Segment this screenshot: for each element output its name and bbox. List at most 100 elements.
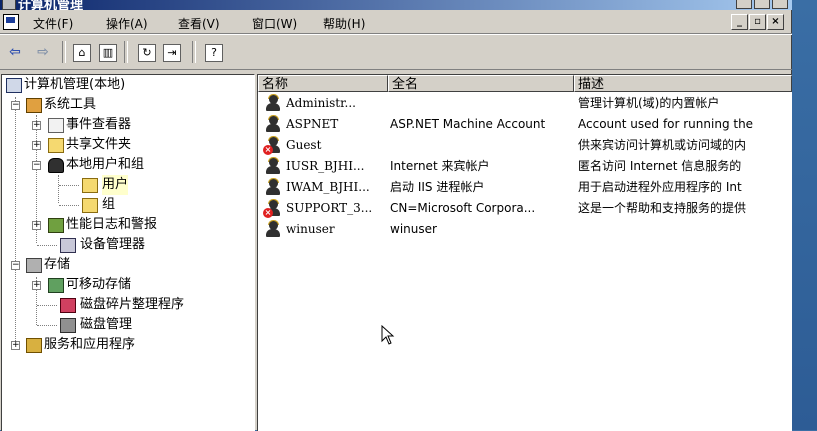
list-item[interactable]: × SUPPORT_3... CN=Microsoft Corpora... 这是一个…	[258, 198, 792, 218]
user-name: Administr...	[286, 96, 356, 110]
column-header-name[interactable]: 名称	[258, 75, 388, 92]
tree-connector	[59, 185, 79, 186]
user-account-icon	[263, 220, 281, 238]
list-item[interactable]: ASPNET ASP.NET Machine Account Account use…	[258, 114, 792, 134]
disabled-badge-icon: ×	[263, 145, 273, 155]
back-arrow-icon[interactable]: ⇦	[6, 43, 24, 61]
device-manager-icon	[60, 238, 76, 253]
performance-logs-icon	[48, 218, 64, 233]
computer-icon	[6, 78, 22, 93]
user-account-icon: ×	[263, 136, 281, 155]
toolbox-icon	[26, 98, 42, 113]
close-button[interactable]	[772, 0, 788, 9]
app-title-icon	[2, 0, 16, 10]
tree-connector	[37, 305, 57, 306]
list-item[interactable]: IUSR_BJHI... Internet 来宾帐户 匿名访问 Internet 信…	[258, 156, 792, 176]
open-folder-icon	[82, 178, 98, 193]
folder-icon	[82, 198, 98, 213]
user-name: Guest	[286, 138, 322, 152]
user-description: 供来宾访问计算机或访问域的内	[578, 138, 747, 152]
user-name: ASPNET	[286, 117, 339, 131]
user-description: Account used for running the	[578, 117, 754, 131]
tree-item-services-apps[interactable]: + 服务和应用程序	[2, 335, 254, 355]
removable-storage-icon	[48, 278, 64, 293]
collapse-icon[interactable]: −	[11, 261, 20, 270]
user-account-icon	[263, 157, 281, 175]
up-folder-icon[interactable]: ⌂	[73, 44, 91, 62]
user-name: IWAM_BJHI...	[286, 180, 370, 194]
expand-icon[interactable]: +	[11, 341, 20, 350]
minimize-button[interactable]	[736, 0, 752, 9]
expand-icon[interactable]: +	[32, 281, 41, 290]
menu-window[interactable]: 窗口(W)	[252, 15, 297, 32]
expand-icon[interactable]: +	[32, 221, 41, 230]
console-icon[interactable]	[3, 14, 19, 30]
user-fullname: winuser	[390, 222, 437, 236]
mdi-restore-button[interactable]: ▫	[749, 14, 766, 30]
user-description: 这是一个帮助和支持服务的提供	[578, 201, 747, 215]
tree-item-device-manager[interactable]: 设备管理器	[2, 235, 254, 255]
tree-item-system-tools[interactable]: − 系统工具	[2, 95, 254, 115]
forward-arrow-icon[interactable]: ⇨	[34, 43, 52, 61]
user-description: 匿名访问 Internet 信息服务的	[578, 159, 742, 173]
list-item[interactable]: × Guest 供来宾访问计算机或访问域的内	[258, 135, 792, 155]
tree-item-local-users-groups[interactable]: − 本地用户和组	[2, 155, 254, 175]
user-name: IUSR_BJHI...	[286, 159, 365, 173]
user-account-icon	[263, 115, 281, 133]
tree-connector	[37, 245, 57, 246]
collapse-icon[interactable]: −	[11, 101, 20, 110]
user-name: winuser	[286, 222, 335, 236]
menu-view[interactable]: 查看(V)	[178, 15, 220, 32]
export-list-icon[interactable]: ⇥	[163, 44, 181, 62]
list-item[interactable]: Administr... 管理计算机(域)的内置帐户	[258, 93, 792, 113]
list-item[interactable]: IWAM_BJHI... 启动 IIS 进程帐户 用于启动进程外应用程序的 Int	[258, 177, 792, 197]
menu-file[interactable]: 文件(F)	[33, 15, 73, 32]
show-hide-tree-icon[interactable]: ▥	[99, 44, 117, 62]
refresh-icon[interactable]: ↻	[138, 44, 156, 62]
tree-connector	[59, 205, 79, 206]
mouse-cursor-icon	[381, 325, 395, 345]
toolbar-separator	[62, 41, 66, 63]
menu-action[interactable]: 操作(A)	[106, 15, 148, 32]
user-description: 用于启动进程外应用程序的 Int	[578, 180, 742, 194]
storage-icon	[26, 258, 42, 273]
menu-bar: 文件(F) 操作(A) 查看(V) 窗口(W) 帮助(H) _ ▫ ×	[0, 11, 792, 34]
toolbar-separator	[124, 41, 128, 63]
tree-item-disk-management[interactable]: 磁盘管理	[2, 315, 254, 335]
column-header-fullname[interactable]: 全名	[388, 75, 574, 92]
user-fullname: CN=Microsoft Corpora...	[390, 201, 536, 215]
users-list-view[interactable]: 名称 全名 描述 Administr... 管理计算机(域)的内置帐户 ASPNET…	[257, 74, 792, 431]
tree-connector	[37, 325, 57, 326]
collapse-icon[interactable]: −	[32, 161, 41, 170]
tree-item-defrag[interactable]: 磁盘碎片整理程序	[2, 295, 254, 315]
user-account-icon	[263, 94, 281, 112]
tree-item-event-viewer[interactable]: + 事件查看器	[2, 115, 254, 135]
tree-item-users[interactable]: 用户	[2, 175, 254, 195]
column-header-description[interactable]: 描述	[574, 75, 792, 92]
maximize-button[interactable]	[754, 0, 770, 9]
tree-item-perf-logs[interactable]: + 性能日志和警报	[2, 215, 254, 235]
desktop-background	[792, 0, 817, 430]
mdi-close-button[interactable]: ×	[767, 14, 784, 30]
list-item[interactable]: winuser winuser	[258, 219, 792, 239]
help-icon[interactable]: ?	[205, 44, 223, 62]
title-bar[interactable]: 计算机管理	[0, 0, 792, 10]
tree-item-groups[interactable]: 组	[2, 195, 254, 215]
shared-folder-icon	[48, 138, 64, 153]
expand-icon[interactable]: +	[32, 141, 41, 150]
tree-item-removable-storage[interactable]: + 可移动存储	[2, 275, 254, 295]
menu-help[interactable]: 帮助(H)	[323, 15, 365, 32]
tree-item-shared-folders[interactable]: + 共享文件夹	[2, 135, 254, 155]
user-account-icon	[263, 178, 281, 196]
mdi-minimize-button[interactable]: _	[731, 14, 748, 30]
expand-icon[interactable]: +	[32, 121, 41, 130]
users-group-icon	[48, 158, 64, 173]
defrag-icon	[60, 298, 76, 313]
user-account-icon: ×	[263, 199, 281, 218]
user-fullname: Internet 来宾帐户	[390, 159, 490, 173]
tree-item-root[interactable]: 计算机管理(本地)	[2, 75, 254, 95]
disk-management-icon	[60, 318, 76, 333]
console-tree[interactable]: 计算机管理(本地) − 系统工具 + 事件查看器 + 共享文件夹 − 本地用户和…	[1, 74, 255, 431]
tree-item-storage[interactable]: − 存储	[2, 255, 254, 275]
disabled-badge-icon: ×	[263, 208, 273, 218]
